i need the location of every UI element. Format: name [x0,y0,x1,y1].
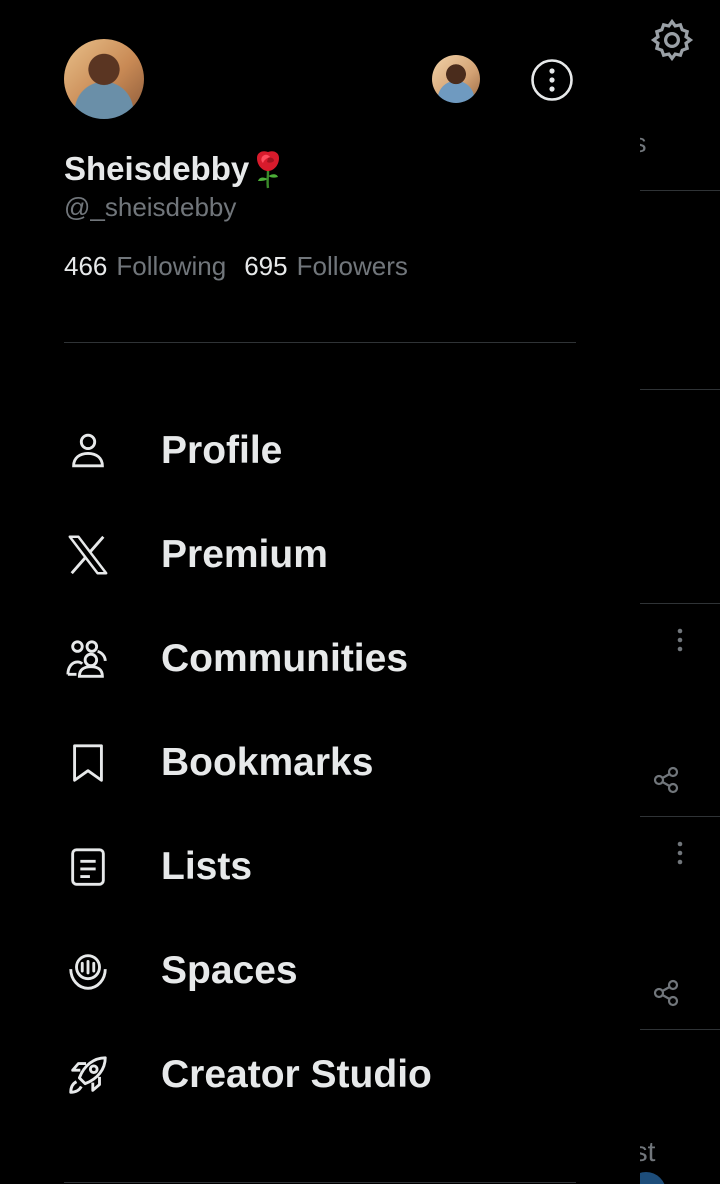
followers-count: 695 [244,251,288,281]
more-options-icon[interactable] [530,58,574,102]
display-name-row[interactable]: Sheisdebby [64,148,285,190]
share-icon[interactable] [650,764,682,796]
side-drawer: Sheisdebby @_sheisdebby 466 Following 695… [0,0,640,1184]
menu-item-label: Communities [161,637,409,680]
settings-gear-icon[interactable] [648,16,696,64]
user-handle[interactable]: @_sheisdebby [64,192,236,223]
menu-item-bookmarks[interactable]: Bookmarks [64,731,624,795]
background-divider [640,603,720,604]
menu-item-profile[interactable]: Profile [64,419,624,483]
people-icon [64,635,112,683]
following-count: 466 [64,251,108,281]
menu-item-label: Bookmarks [161,741,374,784]
divider [64,342,576,343]
following-label: Following [116,251,227,281]
post-more-icon[interactable] [664,837,696,869]
spaces-icon [64,947,112,995]
bookmark-icon [64,739,112,787]
background-divider [640,190,720,191]
x-logo-icon [64,531,112,579]
menu-item-lists[interactable]: Lists [64,835,624,899]
menu-item-communities[interactable]: Communities [64,627,624,691]
rose-emoji-icon [257,151,280,189]
menu-item-label: Spaces [161,949,298,992]
post-more-icon[interactable] [664,624,696,656]
app-screen: ns ost Sheisdebby [0,0,720,1184]
followers-label: Followers [296,251,408,281]
follow-stats: 466 Following 695 Followers [64,251,408,282]
menu-item-label: Creator Studio [161,1053,432,1096]
divider [64,1182,576,1183]
menu-item-spaces[interactable]: Spaces [64,939,624,1003]
followers-link[interactable]: 695 Followers [244,251,408,282]
menu-item-label: Lists [161,845,253,888]
menu-item-label: Premium [161,533,328,576]
profile-avatar[interactable] [64,39,144,119]
background-divider [640,1029,720,1030]
list-icon [64,843,112,891]
background-divider [640,389,720,390]
background-divider [640,816,720,817]
share-icon[interactable] [650,977,682,1009]
menu-item-creator-studio[interactable]: Creator Studio [64,1043,624,1107]
switch-account-avatar[interactable] [432,55,480,103]
following-link[interactable]: 466 Following [64,251,226,282]
display-name[interactable]: Sheisdebby [64,150,249,188]
menu-item-premium[interactable]: Premium [64,523,624,587]
menu-item-label: Profile [161,429,283,472]
rocket-icon [64,1051,112,1099]
person-icon [64,427,112,475]
